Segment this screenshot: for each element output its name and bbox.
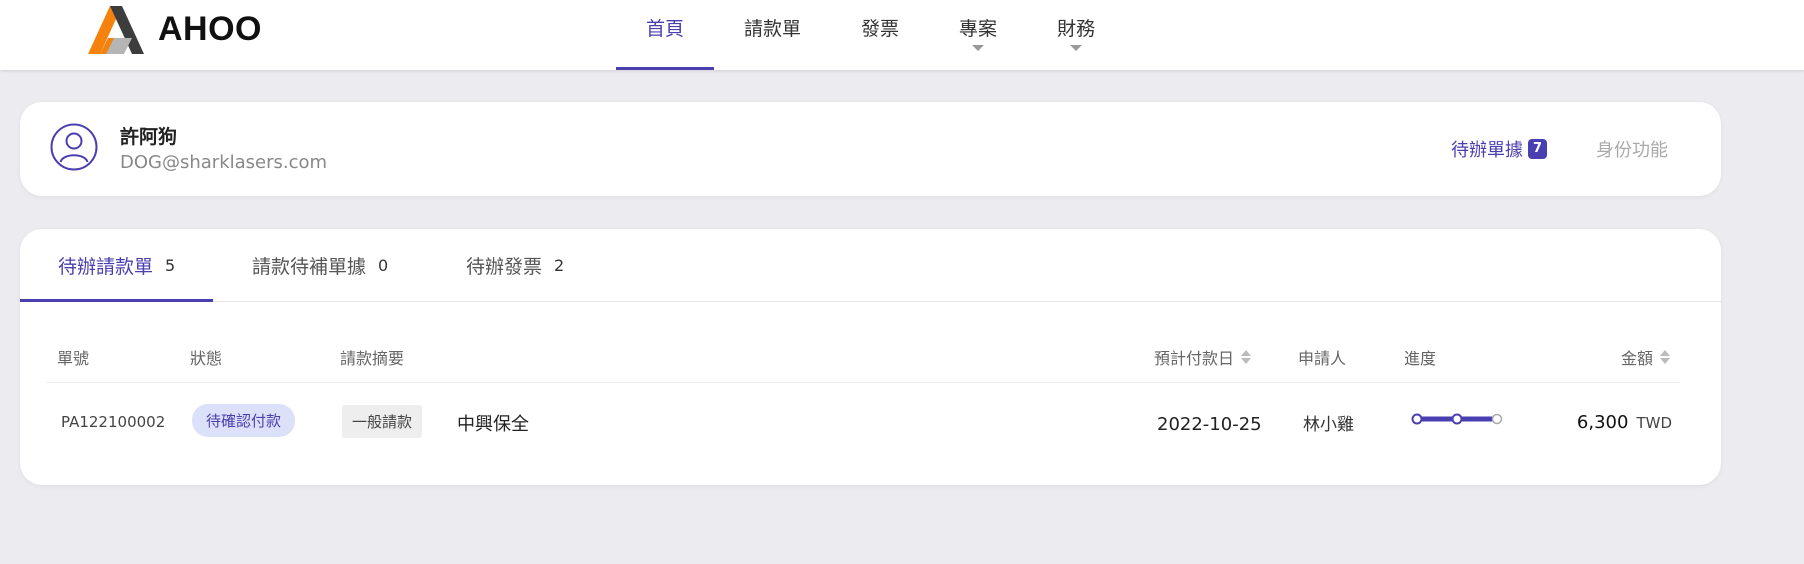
tab-missing-documents-label: 請款待補單據 (252, 255, 367, 278)
amount-value: 6,300 (1576, 412, 1629, 433)
active-tab-indicator (20, 299, 213, 302)
role-functions-link[interactable]: 身份功能 (1596, 136, 1668, 162)
tab-missing-documents[interactable]: 請款待補單據 0 (252, 229, 388, 301)
pending-count-badge: 7 (1528, 139, 1547, 159)
chevron-down-icon (972, 45, 985, 51)
col-amount-label: 金額 (1621, 349, 1654, 368)
tab-pending-requests-count: 5 (165, 255, 176, 275)
amount-currency: TWD (1636, 414, 1672, 432)
request-number[interactable]: PA122100002 (61, 413, 165, 431)
applicant-name: 林小雞 (1303, 415, 1354, 435)
tab-pending-requests[interactable]: 待辦請款單 5 (58, 229, 175, 301)
amount: 6,300 TWD (1577, 412, 1672, 433)
user-avatar-icon (50, 123, 98, 171)
request-type-tag: 一般請款 (342, 405, 423, 438)
col-status: 狀態 (190, 349, 223, 368)
pending-documents-link[interactable]: 待辦單據 7 (1451, 136, 1547, 162)
col-progress: 進度 (1404, 349, 1437, 368)
col-applicant: 申請人 (1298, 349, 1347, 368)
request-summary: 中興保全 (457, 414, 529, 435)
progress-step-dot (1451, 413, 1463, 425)
table-header: 單號 狀態 請款摘要 預計付款日 申請人 進度 金額 (46, 337, 1680, 383)
todo-card: 待辦請款單 5 請款待補單據 0 待辦發票 2 單號 狀態 請款摘要 預計付款日… (20, 229, 1721, 485)
col-summary: 請款摘要 (340, 349, 405, 368)
table-row[interactable]: PA122100002 待確認付款 一般請款 中興保全 2022-10-25 林… (46, 383, 1680, 463)
nav-finance-label: 財務 (1057, 18, 1096, 40)
profile-card: 許阿狗 DOG@sharklasers.com 待辦單據 7 身份功能 (20, 102, 1721, 196)
status-badge: 待確認付款 (192, 404, 296, 437)
progress-stepper (1411, 413, 1503, 425)
expected-pay-date: 2022-10-25 (1157, 414, 1262, 435)
nav-invoices[interactable]: 發票 (831, 0, 929, 70)
tab-pending-invoices-label: 待辦發票 (466, 255, 543, 278)
col-amount[interactable]: 金額 (1621, 345, 1671, 369)
nav-home[interactable]: 首頁 (616, 0, 715, 70)
user-email: DOG@sharklasers.com (120, 152, 328, 173)
col-pay-date[interactable]: 預計付款日 (1154, 345, 1252, 369)
nav-finance[interactable]: 財務 (1027, 0, 1125, 70)
chevron-down-icon (1070, 45, 1083, 51)
sort-icon[interactable] (1241, 350, 1252, 364)
col-number: 單號 (57, 349, 90, 368)
brand-name: AHOO (158, 9, 262, 48)
nav-home-label: 首頁 (646, 18, 685, 40)
main-nav: 首頁 請款單 發票 專案 財務 (616, 0, 1125, 70)
nav-projects-label: 專案 (959, 18, 998, 40)
user-name: 許阿狗 (120, 126, 178, 148)
ahoo-logo-icon (88, 6, 144, 54)
col-pay-date-label: 預計付款日 (1154, 349, 1235, 368)
tab-missing-documents-count: 0 (378, 255, 389, 275)
nav-invoices-label: 發票 (861, 18, 900, 40)
nav-payment-requests-label: 請款單 (744, 18, 802, 40)
tab-bar: 待辦請款單 5 請款待補單據 0 待辦發票 2 (20, 229, 1721, 302)
tab-pending-invoices[interactable]: 待辦發票 2 (466, 229, 564, 301)
top-navbar: AHOO 首頁 請款單 發票 專案 財務 (0, 0, 1804, 70)
brand-logo[interactable]: AHOO (88, 4, 262, 54)
nav-projects[interactable]: 專案 (929, 0, 1027, 70)
tab-pending-invoices-count: 2 (554, 255, 565, 275)
progress-step-dot (1411, 413, 1423, 425)
nav-payment-requests[interactable]: 請款單 (714, 0, 831, 70)
tab-pending-requests-label: 待辦請款單 (58, 255, 154, 278)
pending-documents-label: 待辦單據 (1451, 140, 1523, 161)
progress-step-dot (1491, 413, 1503, 425)
sort-icon[interactable] (1660, 350, 1671, 364)
